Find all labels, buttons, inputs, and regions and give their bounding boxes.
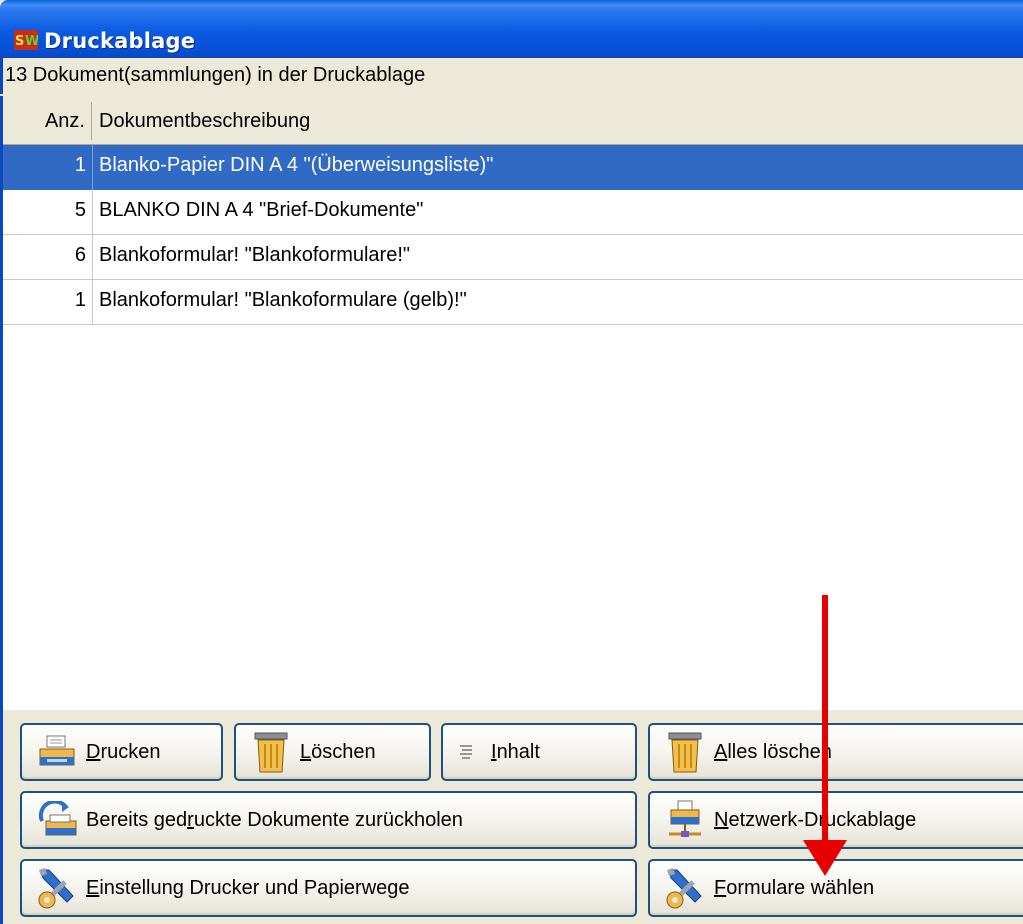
column-header-description[interactable]: Dokumentbeschreibung	[93, 102, 310, 140]
printer-settings-button[interactable]: Einstellung Drucker und Papierwege	[20, 859, 637, 917]
svg-text:W: W	[25, 34, 38, 49]
button-panel: Drucken Löschen Inhalt Alles löschen Ber…	[0, 710, 1023, 924]
restore-printed-button-label: Bereits gedruckte Dokumente zurückholen	[86, 808, 463, 831]
restore-printed-button[interactable]: Bereits gedruckte Dokumente zurückholen	[20, 791, 637, 849]
document-count-bar: 13 Dokument(sammlungen) in der Druckabla…	[0, 58, 1023, 94]
title-bar[interactable]: S W Druckablage	[0, 0, 1023, 58]
row-count: 1	[74, 154, 86, 176]
column-divider	[92, 190, 93, 235]
list-row[interactable]: 6 Blankoformular! "Blankoformulare!"	[3, 235, 1023, 280]
print-button[interactable]: Drucken	[20, 723, 223, 781]
column-header-anz[interactable]: Anz.	[3, 102, 92, 140]
network-printer-icon	[662, 799, 708, 841]
content-button[interactable]: Inhalt	[441, 723, 637, 781]
content-button-label: Inhalt	[491, 740, 540, 763]
column-divider	[92, 145, 93, 190]
printer-icon	[34, 731, 80, 773]
row-count: 1	[74, 289, 86, 311]
app-icon: S W	[14, 30, 38, 50]
document-list[interactable]: Anz. Dokumentbeschreibung 1 Blanko-Papie…	[0, 96, 1023, 710]
delete-all-button-label: Alles löschen	[714, 740, 832, 763]
svg-text:S: S	[15, 34, 24, 49]
row-description: BLANKO DIN A 4 "Brief-Dokumente"	[99, 199, 424, 221]
row-count: 5	[74, 199, 86, 221]
tools-icon	[34, 867, 80, 909]
network-queue-button-label: Netzwerk-Druckablage	[714, 808, 916, 831]
delete-all-button[interactable]: Alles löschen	[648, 723, 1023, 781]
delete-button[interactable]: Löschen	[234, 723, 431, 781]
tools-icon	[662, 867, 708, 909]
annotation-arrow-head	[803, 840, 847, 876]
select-forms-button-label: Formulare wählen	[714, 876, 875, 899]
list-row[interactable]: 1 Blanko-Papier DIN A 4 "(Überweisungsli…	[3, 145, 1023, 190]
trash-icon	[662, 731, 708, 773]
document-count-text: 13 Dokument(sammlungen) in der Druckabla…	[5, 64, 426, 86]
row-description: Blankoformular! "Blankoformulare!"	[99, 244, 410, 266]
row-description: Blankoformular! "Blankoformulare (gelb)!…	[99, 289, 467, 311]
trash-icon	[248, 731, 294, 773]
row-description: Blanko-Papier DIN A 4 "(Überweisungslist…	[99, 154, 494, 176]
print-button-label: Drucken	[86, 740, 161, 763]
column-divider	[92, 280, 93, 325]
list-header: Anz. Dokumentbeschreibung	[3, 96, 1023, 145]
printer-recycle-icon	[34, 799, 80, 841]
printer-settings-button-label: Einstellung Drucker und Papierwege	[86, 876, 410, 899]
list-row[interactable]: 5 BLANKO DIN A 4 "Brief-Dokumente"	[3, 190, 1023, 235]
annotation-arrow-shaft	[822, 595, 828, 845]
delete-button-label: Löschen	[300, 740, 376, 763]
document-lines-icon	[455, 731, 477, 773]
column-divider	[92, 235, 93, 280]
row-count: 6	[74, 244, 86, 266]
window-title: Druckablage	[44, 29, 196, 53]
list-row[interactable]: 1 Blankoformular! "Blankoformulare (gelb…	[3, 280, 1023, 325]
